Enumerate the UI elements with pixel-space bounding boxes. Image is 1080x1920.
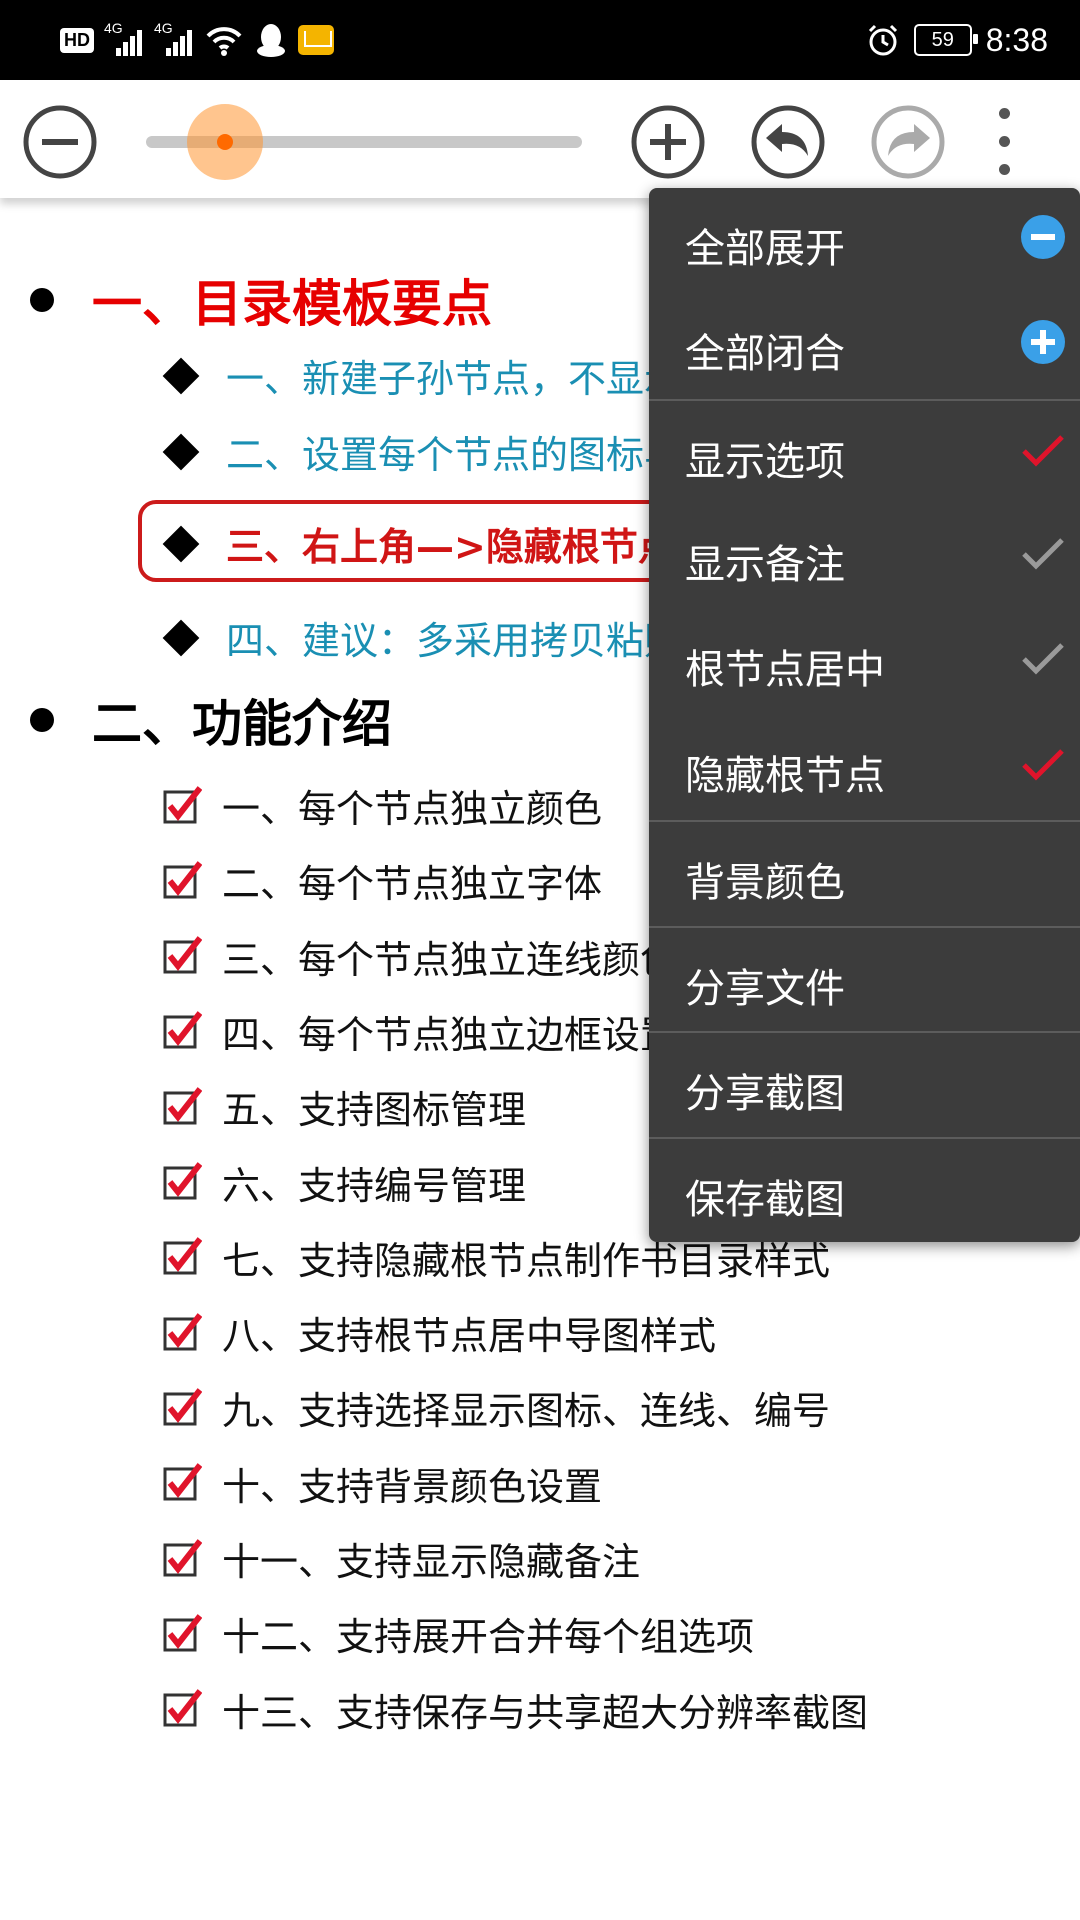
checkbox-checked-icon: [163, 1388, 202, 1426]
menu-item[interactable]: 全部闭合: [649, 293, 1080, 398]
menu-item-label: 全部展开: [685, 226, 845, 272]
menu-item[interactable]: 显示选项: [649, 399, 1080, 504]
child-node[interactable]: 三、右上角—>隐藏根节点: [162, 516, 676, 571]
wifi-icon: [206, 27, 242, 56]
undo-icon[interactable]: [750, 104, 826, 180]
menu-item[interactable]: 保存截图: [649, 1137, 1080, 1242]
menu-item[interactable]: 全部展开: [649, 188, 1080, 293]
cell-signal-icon: 4G: [154, 20, 194, 60]
alarm-icon: [868, 24, 897, 56]
feature-list-item[interactable]: 一、每个节点独立颜色: [162, 778, 602, 833]
checkbox-checked-icon: [163, 1613, 202, 1652]
feature-label: 二、每个节点独立字体: [222, 862, 603, 907]
menu-item-label: 全部闭合: [685, 331, 845, 377]
checkbox-checked-icon: [163, 860, 202, 899]
toolbar: [0, 80, 1080, 198]
child-node-label: 三、右上角—>隐藏根节点: [226, 525, 676, 569]
check-icon: [1022, 643, 1064, 675]
menu-item[interactable]: 分享文件: [649, 926, 1080, 1031]
redo-icon[interactable]: [870, 104, 946, 180]
root-node-label: 二、功能介绍: [92, 695, 392, 753]
menu-item-label: 分享文件: [685, 966, 845, 1012]
feature-list-item[interactable]: 九、支持选择显示图标、连线、编号: [162, 1380, 830, 1435]
feature-list-item[interactable]: 二、每个节点独立字体: [162, 853, 602, 908]
battery-level: 59: [931, 28, 954, 51]
options-menu: 全部展开全部闭合显示选项显示备注根节点居中隐藏根节点背景颜色分享文件分享截图保存…: [649, 188, 1080, 1242]
feature-list-item[interactable]: 十二、支持展开合并每个组选项: [162, 1606, 754, 1661]
hd-badge: HD: [60, 27, 94, 53]
cell-signal-icon: 4G: [104, 20, 144, 60]
checkbox-checked-icon: [163, 1312, 202, 1351]
feature-list-item[interactable]: 十三、支持保存与共享超大分辨率截图: [162, 1682, 868, 1737]
feature-label: 十、支持背景颜色设置: [222, 1464, 603, 1509]
status-right: 59 8:38: [866, 18, 1048, 62]
diamond-icon: [162, 619, 200, 656]
more-options-icon[interactable]: [990, 108, 1020, 178]
menu-item-label: 分享截图: [685, 1071, 845, 1117]
checkbox-checked-icon: [163, 1689, 202, 1727]
feature-label: 四、每个节点独立边框设置: [222, 1012, 679, 1057]
checkbox-checked-icon: [163, 1162, 202, 1200]
check-icon: [1022, 538, 1064, 570]
feature-label: 五、支持图标管理: [222, 1088, 527, 1133]
root-node-2[interactable]: 二、功能介绍: [30, 684, 392, 756]
feature-label: 十二、支持展开合并每个组选项: [222, 1615, 755, 1660]
diamond-icon: [162, 525, 200, 562]
feature-label: 九、支持选择显示图标、连线、编号: [222, 1389, 831, 1434]
menu-item[interactable]: 根节点居中: [649, 609, 1080, 714]
feature-list-item[interactable]: 五、支持图标管理: [162, 1079, 526, 1134]
signal-type-label: 4G: [104, 20, 123, 36]
menu-item-label: 显示备注: [685, 542, 845, 588]
zoom-out-icon[interactable]: [22, 104, 98, 180]
checkbox-checked-icon: [163, 936, 202, 974]
feature-label: 十三、支持保存与共享超大分辨率截图: [222, 1690, 869, 1735]
feature-label: 六、支持编号管理: [222, 1163, 527, 1208]
menu-item[interactable]: 分享截图: [649, 1031, 1080, 1136]
feature-list-item[interactable]: 十一、支持显示隐藏备注: [162, 1531, 640, 1586]
feature-list-item[interactable]: 四、每个节点独立边框设置: [162, 1004, 678, 1059]
menu-item[interactable]: 显示备注: [649, 504, 1080, 609]
qq-penguin-icon: [257, 24, 285, 57]
zoom-slider[interactable]: [146, 104, 582, 180]
feature-list-item[interactable]: 八、支持根节点居中导图样式: [162, 1305, 716, 1360]
check-icon: [1022, 749, 1064, 781]
checkbox-checked-icon: [163, 1086, 202, 1125]
diamond-icon: [162, 357, 200, 394]
mail-notification-icon: [298, 25, 334, 55]
feature-label: 十一、支持显示隐藏备注: [222, 1540, 641, 1584]
checkbox-checked-icon: [163, 1011, 202, 1049]
slider-thumb[interactable]: [186, 104, 263, 180]
check-icon: [1022, 435, 1064, 467]
bullet-icon: [30, 708, 54, 732]
feature-label: 一、每个节点独立颜色: [222, 787, 603, 831]
menu-item-label: 保存截图: [685, 1177, 845, 1223]
checkbox-checked-icon: [163, 785, 202, 823]
checkbox-checked-icon: [163, 1538, 202, 1576]
feature-list-item[interactable]: 十、支持背景颜色设置: [162, 1456, 602, 1511]
menu-item-label: 根节点居中: [685, 647, 885, 693]
root-node-1[interactable]: 一、目录模板要点: [30, 264, 492, 336]
collapse-minus-icon: [1021, 215, 1065, 259]
zoom-in-icon[interactable]: [630, 104, 706, 180]
feature-list-item[interactable]: 六、支持编号管理: [162, 1155, 526, 1210]
menu-item-label: 显示选项: [685, 439, 845, 485]
expand-plus-icon: [1021, 320, 1065, 364]
menu-item-label: 背景颜色: [685, 860, 845, 906]
signal-type-label: 4G: [154, 20, 173, 36]
checkbox-checked-icon: [163, 1237, 202, 1275]
diamond-icon: [162, 433, 200, 470]
menu-item-label: 隐藏根节点: [685, 753, 885, 799]
status-left: HD 4G 4G: [60, 18, 334, 62]
battery-icon: 59: [913, 24, 978, 56]
bullet-icon: [30, 288, 54, 312]
clock: 8:38: [985, 21, 1048, 58]
root-node-label: 一、目录模板要点: [92, 275, 492, 333]
menu-item[interactable]: 隐藏根节点: [649, 715, 1080, 820]
feature-label: 八、支持根节点居中导图样式: [222, 1314, 717, 1359]
menu-item[interactable]: 背景颜色: [649, 820, 1080, 925]
status-bar: HD 4G 4G 59 8:38: [0, 0, 1080, 80]
checkbox-checked-icon: [163, 1463, 202, 1501]
